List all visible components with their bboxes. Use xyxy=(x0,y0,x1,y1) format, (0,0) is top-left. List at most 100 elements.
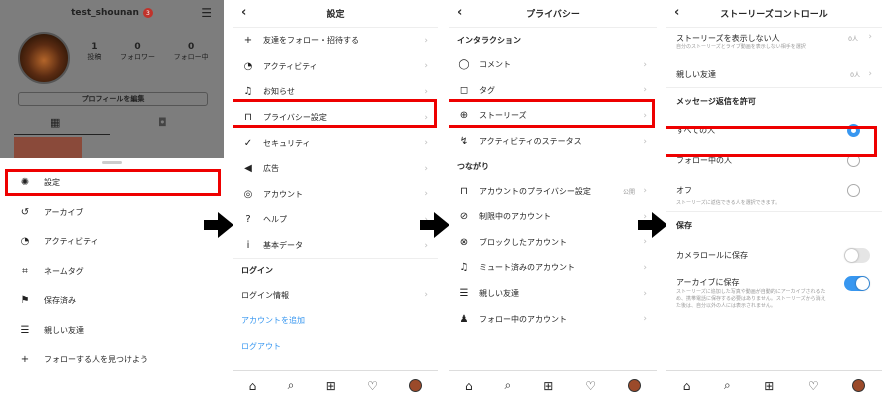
settings-panel: ‹ 設定 + 友達をフォロー・招待する › ◔ アクティビティ › ♫ お知らせ › ⊓ プラ… xyxy=(233,0,438,400)
save-to-camera-roll-item[interactable]: カメラロールに保存 xyxy=(666,240,882,272)
stat-posts[interactable]: 1 投稿 xyxy=(87,42,101,62)
menu-item-nametag[interactable]: ⌗ ネームタグ xyxy=(0,257,224,287)
lock-icon: ⊓ xyxy=(460,185,468,197)
save-to-archive-item[interactable]: アーカイブに保存 ストーリーズに追加した写真や動画が自動的にアーカイブされるため… xyxy=(666,272,882,310)
new-post-icon[interactable]: ⊞ xyxy=(543,379,553,393)
new-post-icon[interactable]: ⊞ xyxy=(764,379,774,393)
home-icon[interactable]: ⌂ xyxy=(683,379,691,393)
add-account-link[interactable]: アカウントを追加 xyxy=(233,308,438,334)
help-icon: ? xyxy=(245,214,251,226)
settings-item-security[interactable]: ✓ セキュリティ › xyxy=(233,130,438,156)
settings-header: ‹ 設定 xyxy=(233,0,438,28)
privacy-item-blocked[interactable]: ⊗ ブロックしたアカウント › xyxy=(449,230,657,256)
chevron-right-icon: › xyxy=(868,69,872,80)
add-person-icon: + xyxy=(20,354,30,366)
back-icon[interactable]: ‹ xyxy=(457,5,462,20)
heart-icon[interactable]: ♡ xyxy=(585,379,596,393)
sheet-handle[interactable] xyxy=(102,161,122,164)
privacy-item-close-friends[interactable]: ☰ 親しい友達 › xyxy=(449,281,657,307)
new-post-icon[interactable]: ⊞ xyxy=(326,379,336,393)
search-icon[interactable]: ⌕ xyxy=(724,378,731,393)
chevron-right-icon: › xyxy=(643,288,647,299)
highlight-settings xyxy=(5,169,221,196)
hide-story-from-item[interactable]: ストーリーズを表示しない人 自分のストーリーズとライブ動画を表示しない相手を選択… xyxy=(666,28,882,62)
settings-item-activity[interactable]: ◔ アクティビティ › xyxy=(233,54,438,80)
privacy-header: ‹ プライバシー xyxy=(449,0,657,28)
settings-item-about[interactable]: i 基本データ › xyxy=(233,233,438,259)
page-title: プライバシー xyxy=(526,10,580,20)
post-thumbnail[interactable] xyxy=(14,137,82,158)
arrow-icon xyxy=(204,212,234,238)
page-title: 設定 xyxy=(326,10,345,20)
chevron-right-icon: › xyxy=(424,61,428,72)
settings-item-ads[interactable]: ◀ 広告 › xyxy=(233,156,438,182)
heart-icon[interactable]: ♡ xyxy=(367,379,378,393)
privacy-item-muted[interactable]: ♫ ミュート済みのアカウント › xyxy=(449,255,657,281)
highlight-everyone xyxy=(666,126,877,157)
search-icon[interactable]: ⌕ xyxy=(288,378,295,393)
restricted-icon: ⊘ xyxy=(459,211,469,223)
settings-item-help[interactable]: ? ヘルプ › xyxy=(233,207,438,233)
chevron-right-icon: › xyxy=(424,163,428,174)
back-icon[interactable]: ‹ xyxy=(241,5,246,20)
arrow-icon xyxy=(638,212,668,238)
chevron-right-icon: › xyxy=(424,86,428,97)
privacy-item-following[interactable]: ♟ フォロー中のアカウント › xyxy=(449,306,657,332)
privacy-item-restricted[interactable]: ⊘ 制限中のアカウント › xyxy=(449,204,657,230)
activity-icon: ◔ xyxy=(243,60,253,72)
camera-roll-toggle[interactable] xyxy=(844,248,870,264)
chevron-right-icon: › xyxy=(424,138,428,149)
profile-username[interactable]: test_shounan xyxy=(71,8,139,18)
story-control-header: ‹ ストーリーズコントロール xyxy=(666,0,882,28)
privacy-item-activity-status[interactable]: ↯ アクティビティのステータス › xyxy=(449,129,657,155)
archive-icon: ↺ xyxy=(20,206,30,218)
settings-item-follow-invite[interactable]: + 友達をフォロー・招待する › xyxy=(233,28,438,54)
stat-following[interactable]: 0 フォロー中 xyxy=(174,42,209,62)
chevron-right-icon: › xyxy=(643,262,647,273)
menu-icon[interactable]: ☰ xyxy=(201,6,212,20)
login-info-item[interactable]: ログイン情報 › xyxy=(233,282,438,308)
avatar[interactable] xyxy=(852,379,866,392)
bottom-tab-bar: ⌂ ⌕ ⊞ ♡ xyxy=(449,370,657,400)
back-icon[interactable]: ‹ xyxy=(674,5,679,20)
menu-item-activity[interactable]: ◔ アクティビティ xyxy=(0,227,224,257)
home-icon[interactable]: ⌂ xyxy=(465,379,473,393)
avatar[interactable] xyxy=(409,379,423,392)
radio-off[interactable] xyxy=(847,184,860,198)
chevron-right-icon: › xyxy=(643,237,647,248)
menu-item-archive[interactable]: ↺ アーカイブ xyxy=(0,198,224,228)
highlight-stories xyxy=(449,99,655,128)
notification-badge: 3 xyxy=(142,8,153,18)
grid-tab-icon[interactable]: ▦ xyxy=(50,116,60,129)
tagged-tab-icon[interactable]: ◘ xyxy=(158,116,167,129)
edit-profile-button[interactable]: プロフィールを編集 xyxy=(18,92,208,106)
privacy-item-comments[interactable]: ◯ コメント › xyxy=(449,52,657,78)
chevron-right-icon: › xyxy=(868,32,872,42)
bookmark-icon: ⚑ xyxy=(20,295,30,307)
reply-option-off[interactable]: オフ xyxy=(666,176,882,206)
chevron-right-icon: › xyxy=(643,85,647,96)
close-friends-count: 0人 xyxy=(850,71,860,79)
avatar[interactable] xyxy=(627,379,641,392)
avatar[interactable] xyxy=(18,32,70,84)
privacy-item-account-privacy[interactable]: ⊓ アカウントのプライバシー設定 公開 › xyxy=(449,178,657,204)
archive-toggle[interactable] xyxy=(844,275,870,291)
account-privacy-value: 公開 xyxy=(622,188,635,196)
chevron-right-icon: › xyxy=(643,314,647,325)
activity-status-icon: ↯ xyxy=(459,136,469,148)
menu-item-saved[interactable]: ⚑ 保存済み xyxy=(0,286,224,316)
bottom-tab-bar: ⌂ ⌕ ⊞ ♡ xyxy=(666,370,882,400)
logout-link[interactable]: ログアウト xyxy=(233,334,438,360)
profile-panel: test_shounan 3 ☰ 1 投稿 0 フォロワー 0 フォロー中 プロ… xyxy=(0,0,224,400)
search-icon[interactable]: ⌕ xyxy=(505,378,512,393)
close-friends-item[interactable]: 親しい友達 0人 › xyxy=(666,62,882,88)
heart-icon[interactable]: ♡ xyxy=(808,379,819,393)
stat-followers[interactable]: 0 フォロワー xyxy=(120,42,155,62)
menu-item-close-friends[interactable]: ☰ 親しい友達 xyxy=(0,316,224,346)
save-section-title: 保存 xyxy=(676,221,692,231)
chevron-right-icon: › xyxy=(424,240,428,251)
menu-item-discover-people[interactable]: + フォローする人を見つけよう xyxy=(0,345,224,375)
following-icon: ♟ xyxy=(459,313,469,325)
home-icon[interactable]: ⌂ xyxy=(249,379,257,393)
settings-item-account[interactable]: ◎ アカウント › xyxy=(233,182,438,208)
